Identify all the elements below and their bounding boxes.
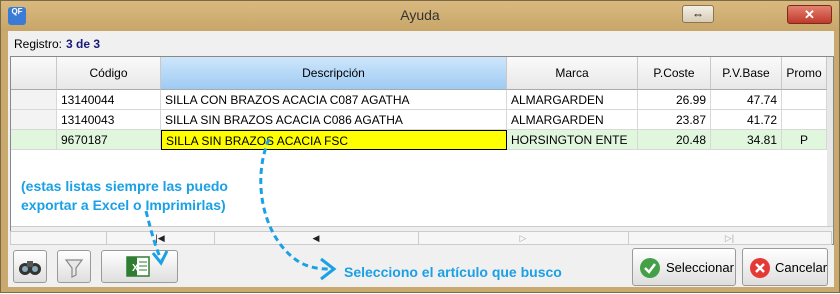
help-window: QF Ayuda ⇔ ✕ Registro: 3 de 3 Código Desc…	[0, 0, 840, 293]
export-annotation-line1: (estas listas siempre las puedo	[21, 178, 228, 194]
annotation-arrows	[144, 138, 337, 281]
export-annotation: (estas listas siempre las puedo exportar…	[21, 177, 228, 215]
export-annotation-line2: exportar a Excel o Imprimirlas)	[21, 197, 226, 213]
select-annotation: Selecciono el artículo que busco	[344, 264, 562, 280]
